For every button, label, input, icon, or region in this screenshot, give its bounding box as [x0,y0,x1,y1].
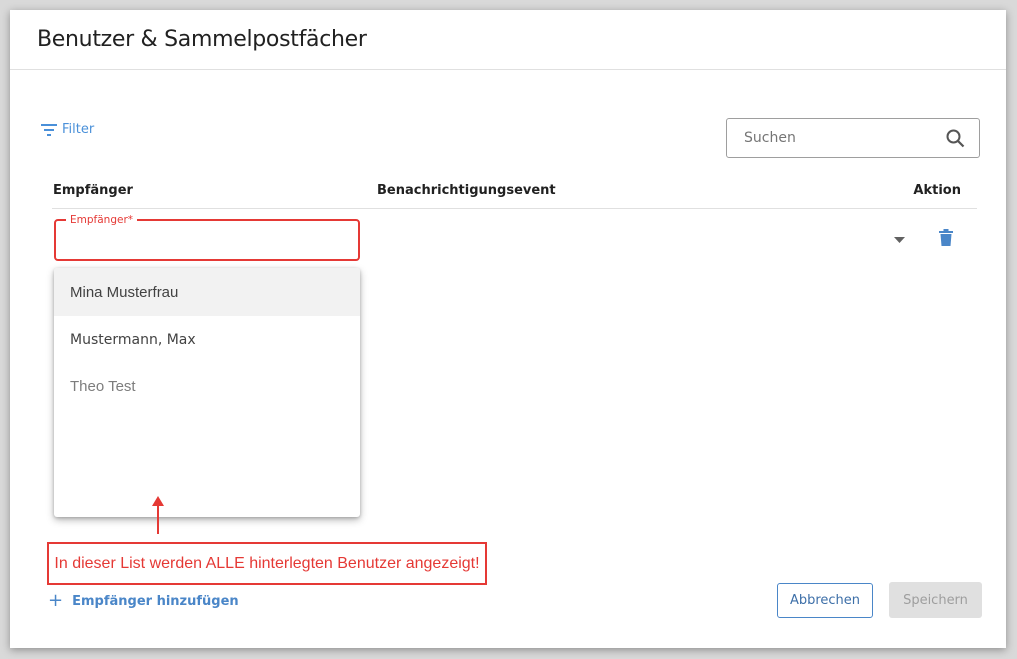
search-box[interactable] [726,118,980,158]
dialog: Benutzer & Sammelpostfächer Filter Empfä… [10,10,1006,648]
filter-icon [41,123,57,136]
search-icon[interactable] [946,129,965,148]
add-recipient-label: Empfänger hinzufügen [72,593,239,609]
dialog-header: Benutzer & Sammelpostfächer [10,10,1006,70]
recipient-field[interactable]: Empfänger* [54,213,360,261]
save-button[interactable]: Speichern [889,582,982,618]
table-header: Empfänger Benachrichtigungsevent Aktion [52,180,977,209]
column-header-action: Aktion [913,183,961,198]
column-header-recipient: Empfänger [53,183,133,198]
annotation-callout: In dieser List werden ALLE hinterlegten … [47,542,487,585]
add-recipient-button[interactable]: + Empfänger hinzufügen [48,592,239,610]
dropdown-option[interactable]: Mina Musterfrau [54,268,360,316]
search-input[interactable] [742,129,946,147]
recipient-field-label: Empfänger* [66,213,138,227]
dialog-title: Benutzer & Sammelpostfächer [37,27,367,52]
filter-button[interactable]: Filter [41,122,94,137]
dropdown-option[interactable]: Mustermann, Max [54,316,360,363]
cancel-button[interactable]: Abbrechen [777,583,873,618]
column-header-event: Benachrichtigungsevent [377,183,556,198]
dropdown-option[interactable]: Theo Test [54,363,360,410]
recipient-dropdown: Mina Musterfrau Mustermann, Max Theo Tes… [54,268,360,517]
chevron-down-icon[interactable] [894,237,905,243]
plus-icon: + [48,590,64,611]
trash-icon[interactable] [939,229,953,246]
arrow-up-icon [152,496,164,534]
filter-label: Filter [62,122,95,137]
